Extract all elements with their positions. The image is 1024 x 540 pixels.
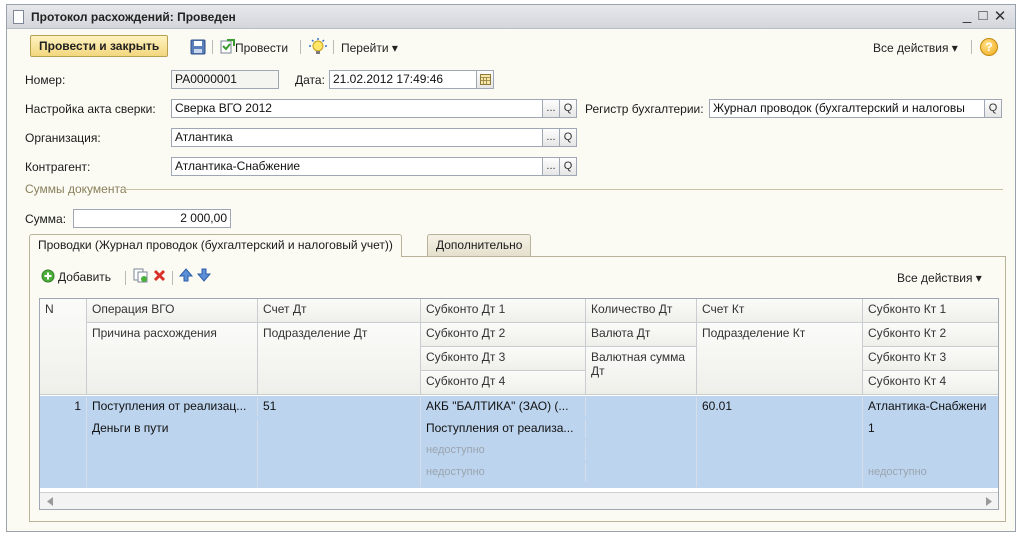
date-field[interactable]: 21.02.2012 17:49:46 <box>329 70 477 89</box>
number-label: Номер: <box>25 73 66 87</box>
header-account-kt[interactable]: Счет Кт <box>697 299 863 323</box>
toolbar-separator <box>172 271 173 285</box>
register-search-icon[interactable]: Q <box>985 99 1002 118</box>
cell-subconto-kt-4[interactable]: недоступно <box>863 463 998 482</box>
entries-table[interactable]: N Операция ВГО Причина расхождения Счет … <box>39 298 999 510</box>
header-subconto-dt-1[interactable]: Субконто Дт 1 <box>421 299 586 323</box>
all-actions-menu[interactable]: Все действия ▾ <box>873 41 958 55</box>
toolbar-separator <box>212 40 213 54</box>
tab-entries[interactable]: Проводки (Журнал проводок (бухгалтерский… <box>29 234 402 257</box>
table-all-actions-menu[interactable]: Все действия ▾ <box>897 271 982 285</box>
organization-field[interactable]: Атлантика <box>171 128 543 147</box>
maximize-button[interactable]: □ <box>975 7 991 24</box>
copy-icon[interactable] <box>133 268 148 283</box>
toolbar-separator <box>300 40 301 54</box>
goto-menu[interactable]: Перейти ▾ <box>341 41 398 55</box>
calendar-button[interactable] <box>477 70 494 89</box>
toolbar-separator <box>125 271 126 285</box>
toolbar-separator <box>971 40 972 54</box>
contractor-search-icon[interactable]: Q <box>560 157 577 176</box>
section-divider <box>123 189 1003 190</box>
title-bar: Протокол расхождений: Проведен _ □ ✕ <box>7 5 1015 29</box>
header-subconto-kt-1[interactable]: Субконто Кт 1 <box>863 299 998 323</box>
cell-subconto-dt-4[interactable]: недоступно <box>421 463 586 482</box>
setting-label: Настройка акта сверки: <box>25 102 156 116</box>
sum-field[interactable]: 2 000,00 <box>73 209 231 228</box>
contractor-field[interactable]: Атлантика-Снабжение <box>171 157 543 176</box>
close-button[interactable]: ✕ <box>992 7 1008 25</box>
header-subconto-dt-2[interactable]: Субконто Дт 2 <box>421 323 586 347</box>
post-and-close-button[interactable]: Провести и закрыть <box>30 35 169 57</box>
calendar-icon <box>479 74 491 85</box>
header-subconto-dt-4[interactable]: Субконто Дт 4 <box>421 371 586 395</box>
header-quantity-dt[interactable]: Количество Дт <box>586 299 697 323</box>
cell-subconto-dt-1[interactable]: АКБ "БАЛТИКА" (ЗАО) (... <box>421 397 586 416</box>
header-reason[interactable]: Причина расхождения <box>87 323 258 395</box>
header-subconto-kt-2[interactable]: Субконто Кт 2 <box>863 323 998 347</box>
arrow-down-icon[interactable] <box>197 268 211 282</box>
cell-subconto-kt-1[interactable]: Атлантика-Снабжени <box>863 397 998 416</box>
post-icon[interactable] <box>219 38 235 54</box>
tab-additional[interactable]: Дополнительно <box>427 234 532 256</box>
header-account-dt[interactable]: Счет Дт <box>258 299 421 323</box>
header-subconto-dt-3[interactable]: Субконто Дт 3 <box>421 347 586 371</box>
save-icon[interactable] <box>190 39 206 55</box>
header-operation[interactable]: Операция ВГО <box>87 299 258 323</box>
command-bar: Провести и закрыть Провести Перейти ▾ Вс… <box>7 30 1015 62</box>
header-subconto-kt-3[interactable]: Субконто Кт 3 <box>863 347 998 371</box>
sums-section-title: Суммы документа <box>25 182 127 196</box>
setting-field[interactable]: Сверка ВГО 2012 <box>171 99 543 118</box>
scroll-left-icon[interactable] <box>46 497 54 506</box>
cell-subconto-dt-3[interactable]: недоступно <box>421 441 586 460</box>
contractor-select-button[interactable]: ... <box>543 157 560 176</box>
add-button[interactable]: Добавить <box>58 270 111 284</box>
cell-account-dt[interactable]: 51 <box>258 397 421 487</box>
add-icon[interactable] <box>41 269 55 283</box>
toolbar-separator <box>333 40 334 54</box>
organization-select-button[interactable]: ... <box>543 128 560 147</box>
lightbulb-icon[interactable] <box>309 38 327 56</box>
header-currency-dt[interactable]: Валюта Дт <box>586 323 697 347</box>
header-division-kt[interactable]: Подразделение Кт <box>697 323 863 395</box>
cell-quantity-dt[interactable] <box>586 397 697 487</box>
organization-label: Организация: <box>25 131 101 145</box>
post-button[interactable]: Провести <box>235 41 288 55</box>
cell-reason[interactable]: Деньги в пути <box>87 419 258 487</box>
row-number[interactable]: 1 <box>40 397 87 487</box>
arrow-up-icon[interactable] <box>179 268 193 282</box>
register-label: Регистр бухгалтерии: <box>585 102 704 116</box>
document-window: Протокол расхождений: Проведен _ □ ✕ Про… <box>6 4 1016 532</box>
header-division-dt[interactable]: Подразделение Дт <box>258 323 421 395</box>
cell-subconto-dt-2[interactable]: Поступления от реализа... <box>421 419 586 438</box>
organization-search-icon[interactable]: Q <box>560 128 577 147</box>
minimize-button[interactable]: _ <box>959 7 975 24</box>
sum-label: Сумма: <box>25 212 67 226</box>
window-title: Протокол расхождений: Проведен <box>31 10 236 24</box>
delete-icon[interactable] <box>153 269 166 282</box>
number-field[interactable]: РА0000001 <box>171 70 279 89</box>
setting-search-icon[interactable]: Q <box>560 99 577 118</box>
cell-account-kt[interactable]: 60.01 <box>697 397 863 487</box>
cell-subconto-kt-2[interactable]: 1 <box>863 419 998 438</box>
scroll-right-icon[interactable] <box>985 497 993 506</box>
header-currency-sum-dt[interactable]: Валютная сумма Дт <box>586 347 697 395</box>
header-subconto-kt-4[interactable]: Субконто Кт 4 <box>863 371 998 395</box>
date-label: Дата: <box>295 73 325 87</box>
header-n[interactable]: N <box>40 299 87 395</box>
document-icon <box>13 10 24 24</box>
horizontal-scrollbar[interactable] <box>40 492 998 509</box>
help-icon[interactable]: ? <box>980 38 998 56</box>
register-field[interactable]: Журнал проводок (бухгалтерский и налогов… <box>709 99 985 118</box>
contractor-label: Контрагент: <box>25 160 91 174</box>
cell-operation[interactable]: Поступления от реализац... <box>87 397 258 416</box>
setting-select-button[interactable]: ... <box>543 99 560 118</box>
